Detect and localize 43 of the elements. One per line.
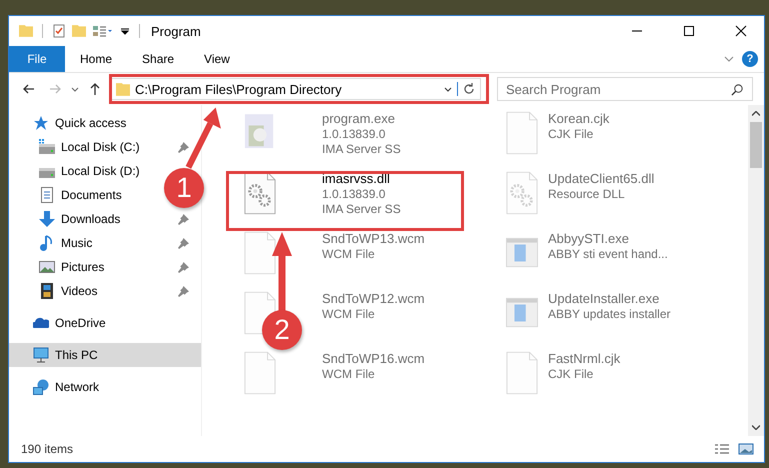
file-detail: ABBY updates installer [548, 307, 671, 321]
nav-item[interactable]: Quick access [9, 111, 201, 135]
file-detail: IMA Server SS [322, 142, 401, 156]
address-bar[interactable]: C:\Program Files\Program Directory [111, 78, 481, 100]
ribbon-tab[interactable]: Share [127, 46, 190, 72]
item-count: 190 items [21, 442, 74, 456]
file-detail: CJK File [548, 127, 594, 141]
window-title: Program [151, 24, 201, 38]
file-name: UpdateInstaller.exe [548, 291, 660, 306]
nav-item[interactable]: Documents [9, 183, 128, 207]
file-name: imasrvss.dll [322, 171, 391, 186]
file-name: SndToWP16.wcm [322, 351, 425, 366]
file-name: Korean.cjk [548, 111, 610, 126]
ribbon-tab[interactable]: View [189, 46, 245, 72]
nav-item[interactable]: Videos [9, 279, 201, 303]
address-path: C:\Program Files\Program Directory [135, 82, 342, 96]
nav-item[interactable]: Local Disk (C:) [9, 135, 201, 159]
file-name: FastNrml.cjk [548, 351, 620, 366]
file-name: AbbyySTI.exe [548, 231, 630, 246]
file-name: SndToWP13.wcm [322, 231, 425, 246]
nav-item[interactable]: OneDrive [9, 311, 201, 335]
file-name: program.exe [322, 111, 396, 126]
file-detail: WCM File [322, 307, 376, 321]
file-detail: 1.0.13839.0 [322, 187, 386, 201]
file-detail: IMA Server SS [322, 202, 401, 216]
nav-item[interactable]: Music [9, 231, 201, 255]
file-detail: WCM File [322, 247, 376, 261]
file-detail: WCM File [322, 367, 376, 381]
file-detail: Resource DLL [548, 187, 626, 201]
nav-item[interactable]: This PC [9, 343, 201, 367]
search-field[interactable]: Search Program [497, 77, 753, 101]
file-tab[interactable]: File [9, 46, 65, 72]
file-detail: 1.0.13839.0 [322, 127, 386, 141]
file-name: SndToWP12.wcm [322, 291, 425, 306]
nav-item[interactable]: Local Disk (D:) [9, 159, 146, 183]
file-detail: ABBY sti event hand... [548, 247, 668, 261]
file-detail: CJK File [548, 367, 594, 381]
help-button[interactable]: ? [742, 51, 758, 67]
ribbon-tab[interactable]: Home [65, 46, 128, 72]
nav-item[interactable]: Downloads [9, 207, 201, 231]
nav-item[interactable]: Network [9, 375, 201, 399]
nav-item[interactable]: Pictures [9, 255, 201, 279]
file-name: UpdateClient65.dll [548, 171, 654, 186]
